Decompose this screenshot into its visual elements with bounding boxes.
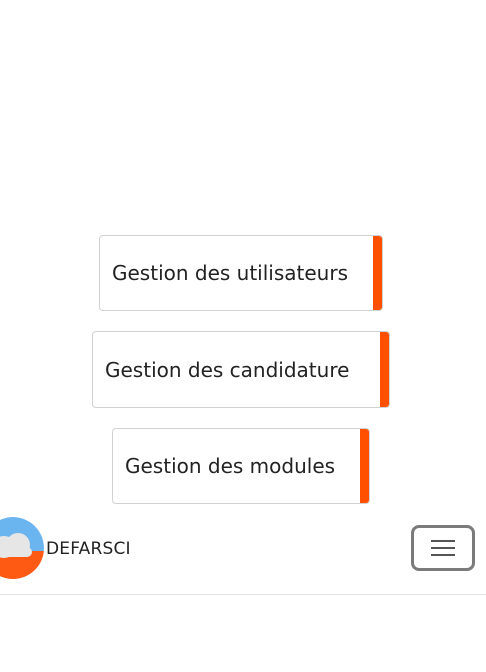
page: Gestion des utilisateurs Gestion des can… [0,0,486,672]
menu-card-users[interactable]: Gestion des utilisateurs [99,235,383,311]
menu-card-label: Gestion des modules [125,454,336,478]
navbar-toggler-button[interactable] [411,525,475,571]
card-accent-bar [373,236,382,310]
brand-name[interactable]: DEFARSCI [46,539,131,559]
menu-card-label: Gestion des candidature [105,357,350,382]
menu-card-candidatures[interactable]: Gestion des candidature [92,331,390,408]
menu-card-modules[interactable]: Gestion des modules [112,428,370,504]
menu-card-label: Gestion des utilisateurs [112,261,348,285]
cloud-logo-icon[interactable] [0,517,44,579]
hamburger-menu-icon [431,540,455,556]
card-accent-bar [360,429,369,503]
card-accent-bar [380,332,389,407]
navbar: DEFARSCI [0,515,486,595]
